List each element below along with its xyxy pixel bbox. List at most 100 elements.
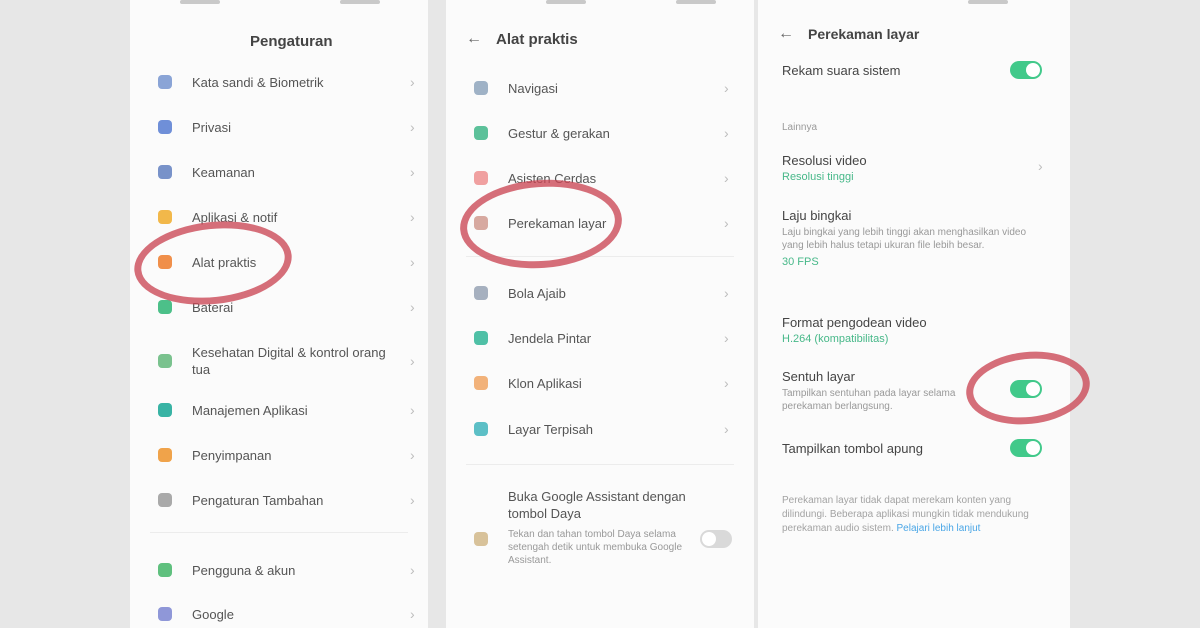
google-icon (158, 607, 172, 621)
touch-screen-label: Sentuh layar (782, 369, 855, 384)
hourglass-icon (158, 354, 172, 368)
settings-item-privacy[interactable]: Privasi › (130, 107, 428, 147)
settings-item-storage[interactable]: Penyimpanan › (130, 435, 428, 475)
settings-item-users-accounts[interactable]: Pengguna & akun › (130, 550, 428, 590)
settings-item-label: Keamanan (192, 164, 255, 180)
settings-item-label: Alat praktis (192, 254, 257, 270)
screen-recording-panel: ← Perekaman layar Rekam suara sistem Lai… (758, 0, 1070, 628)
settings-item-google[interactable]: Google › (130, 594, 428, 628)
frame-rate-value: 30 FPS (782, 256, 819, 268)
chevron-right-icon: › (410, 562, 415, 578)
system-sound-row[interactable]: Rekam suara sistem (758, 56, 1070, 86)
status-bar (758, 0, 1070, 8)
chevron-right-icon: › (410, 74, 415, 90)
chevron-right-icon: › (724, 375, 729, 391)
tools-item-label: Asisten Cerdas (508, 170, 597, 186)
touch-screen-row[interactable]: Sentuh layar Tampilkan sentuhan pada lay… (758, 366, 1070, 416)
status-indicator (180, 0, 220, 4)
chevron-right-icon: › (410, 402, 415, 418)
mic-icon (474, 532, 488, 546)
tools-item-label: Layar Terpisah (508, 421, 594, 437)
settings-item-apps-notif[interactable]: Aplikasi & notif › (130, 197, 428, 237)
learn-more-link[interactable]: Pelajari lebih lanjut (897, 523, 981, 534)
video-resolution-label: Resolusi video (782, 153, 867, 168)
settings-item-label: Pengaturan Tambahan (192, 492, 324, 508)
settings-item-tools[interactable]: Alat praktis › (130, 242, 428, 282)
settings-item-label: Penyimpanan (192, 447, 272, 463)
clone-icon (474, 376, 488, 390)
toggle-knob (1026, 382, 1040, 396)
storage-icon (158, 448, 172, 462)
video-encoding-row[interactable]: Format pengodean video H.264 (kompatibil… (758, 312, 1070, 352)
chevron-right-icon: › (724, 80, 729, 96)
settings-item-password[interactable]: Kata sandi & Biometrik › (130, 62, 428, 102)
settings-item-label: Kesehatan Digital & kontrol orang tua (192, 345, 386, 377)
floating-button-label: Tampilkan tombol apung (782, 441, 923, 456)
chevron-right-icon: › (410, 447, 415, 463)
tools-item-navigation[interactable]: Navigasi › (446, 68, 754, 108)
chevron-right-icon: › (410, 209, 415, 225)
back-arrow-icon[interactable]: ← (466, 30, 482, 48)
google-assistant-toggle[interactable] (700, 530, 732, 548)
tools-item-gestures[interactable]: Gestur & gerakan › (446, 113, 754, 153)
google-assistant-power-item[interactable]: Buka Google Assistant dengan tombol Daya… (446, 484, 754, 604)
video-resolution-value: Resolusi tinggi (782, 171, 854, 183)
toggle-knob (1026, 441, 1040, 455)
assistant-icon (474, 171, 488, 185)
settings-item-security[interactable]: Keamanan › (130, 152, 428, 192)
settings-item-digital-wellbeing[interactable]: Kesehatan Digital & kontrol orang tua › (130, 336, 428, 386)
tools-item-label: Klon Aplikasi (508, 375, 582, 391)
section-header: Lainnya (782, 122, 818, 133)
navigation-icon (474, 81, 488, 95)
tools-item-split-screen[interactable]: Layar Terpisah › (446, 409, 754, 449)
chevron-right-icon: › (410, 164, 415, 180)
settings-item-label: Kata sandi & Biometrik (192, 74, 324, 90)
record-icon (474, 216, 488, 230)
chevron-right-icon: › (410, 254, 415, 270)
google-assistant-label: Buka Google Assistant dengan tombol Daya (508, 489, 686, 521)
video-resolution-row[interactable]: Resolusi video Resolusi tinggi › (758, 150, 1070, 190)
floating-button-row[interactable]: Tampilkan tombol apung (758, 434, 1070, 464)
settings-item-battery[interactable]: Baterai › (130, 287, 428, 327)
privacy-icon (158, 120, 172, 134)
touch-screen-desc: Tampilkan sentuhan pada layar selama per… (782, 388, 956, 412)
tools-icon (158, 255, 172, 269)
touch-screen-toggle[interactable] (1010, 380, 1042, 398)
frame-rate-row[interactable]: Laju bingkai Laju bingkai yang lebih tin… (758, 206, 1070, 272)
tools-item-smart-window[interactable]: Jendela Pintar › (446, 318, 754, 358)
google-assistant-desc: Tekan dan tahan tombol Daya selama seten… (508, 529, 682, 566)
tools-item-screen-recording[interactable]: Perekaman layar › (446, 203, 754, 243)
gear-icon (158, 493, 172, 507)
tools-item-smart-assistant[interactable]: Asisten Cerdas › (446, 158, 754, 198)
chevron-right-icon: › (724, 285, 729, 301)
page-title: Perekaman layar (808, 26, 920, 42)
back-arrow-icon[interactable]: ← (778, 25, 794, 43)
video-encoding-label: Format pengodean video (782, 315, 927, 330)
page-title: Alat praktis (496, 31, 578, 48)
window-icon (474, 331, 488, 345)
settings-panel: Pengaturan Kata sandi & Biometrik › Priv… (130, 0, 428, 628)
settings-item-app-management[interactable]: Manajemen Aplikasi › (130, 390, 428, 430)
floating-button-toggle[interactable] (1010, 439, 1042, 457)
status-bar (446, 0, 754, 8)
tools-item-app-clone[interactable]: Klon Aplikasi › (446, 363, 754, 403)
battery-icon (158, 300, 172, 314)
tools-item-label: Navigasi (508, 80, 558, 96)
settings-item-additional[interactable]: Pengaturan Tambahan › (130, 480, 428, 520)
shield-icon (158, 165, 172, 179)
settings-item-label: Manajemen Aplikasi (192, 402, 308, 418)
settings-item-label: Baterai (192, 299, 234, 315)
frame-rate-desc: Laju bingkai yang lebih tinggi akan meng… (782, 227, 1027, 251)
user-icon (158, 563, 172, 577)
system-sound-toggle[interactable] (1010, 61, 1042, 79)
toggle-knob (1026, 63, 1040, 77)
tools-item-floating-ball[interactable]: Bola Ajaib › (446, 273, 754, 313)
settings-item-label: Privasi (192, 119, 232, 135)
status-indicator (546, 0, 586, 4)
split-icon (474, 422, 488, 436)
settings-item-label: Pengguna & akun (192, 562, 296, 578)
tools-panel: ← Alat praktis Navigasi › Gestur & gerak… (446, 0, 754, 628)
tools-item-label: Gestur & gerakan (508, 125, 610, 141)
status-indicator (676, 0, 716, 4)
chevron-right-icon: › (410, 299, 415, 315)
